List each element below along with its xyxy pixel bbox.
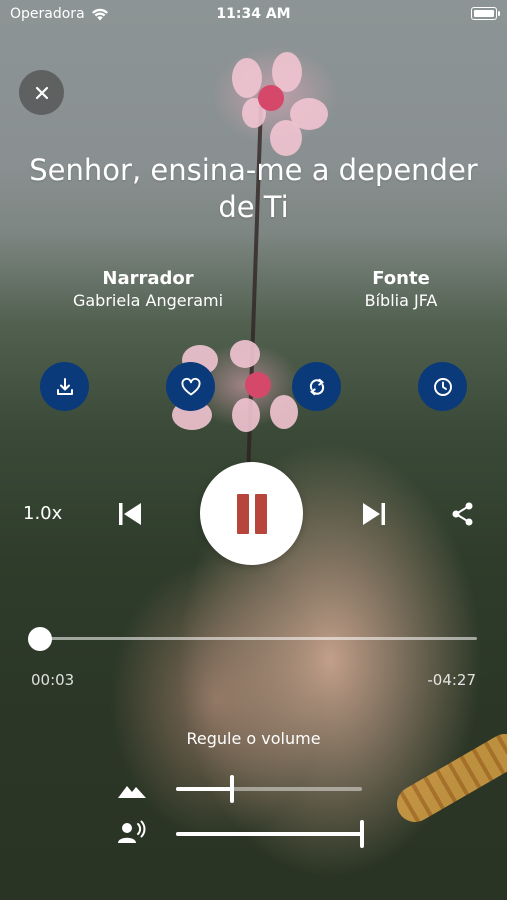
remaining-time: -04:27 <box>427 671 476 689</box>
elapsed-time: 00:03 <box>31 671 75 689</box>
narrator-label: Narrador <box>102 268 194 289</box>
narrator-name: Gabriela Angerami <box>72 291 224 310</box>
favorite-button[interactable] <box>166 362 215 411</box>
source-name: Bíblia JFA <box>364 291 438 310</box>
background-volume-thumb[interactable] <box>230 775 234 803</box>
status-bar: Operadora 11:34 AM <box>0 0 507 28</box>
clock-icon <box>433 377 452 396</box>
progress-track[interactable] <box>36 637 477 640</box>
pause-icon <box>234 493 270 534</box>
voice-volume-thumb[interactable] <box>360 820 364 848</box>
mountains-icon <box>118 786 146 798</box>
flower-center <box>245 372 271 398</box>
source-info: Fonte Bíblia JFA <box>291 268 507 312</box>
flower-petal <box>232 398 260 432</box>
pause-button[interactable] <box>200 462 303 565</box>
voice-volume-fill <box>176 832 362 836</box>
playback-speed-button[interactable]: 1.0x <box>23 503 62 524</box>
volume-label: Regule o volume <box>186 729 321 748</box>
sleep-timer-button[interactable] <box>418 362 467 411</box>
repeat-button[interactable] <box>292 362 341 411</box>
close-icon <box>35 86 48 99</box>
share-button[interactable] <box>449 500 477 528</box>
background-volume-fill <box>176 787 232 791</box>
skip-previous-icon <box>119 503 141 525</box>
source-label: Fonte <box>372 268 430 289</box>
flower-center <box>258 85 284 111</box>
status-time: 11:34 AM <box>216 6 291 22</box>
battery-icon <box>471 7 500 20</box>
voice-icon <box>118 820 146 843</box>
narrator-info: Narrador Gabriela Angerami <box>38 268 258 312</box>
flower-petal <box>230 340 260 368</box>
flower-petal <box>270 395 298 429</box>
close-button[interactable] <box>19 70 64 115</box>
share-icon <box>452 502 473 526</box>
flower-petal <box>270 120 302 156</box>
flower-petal <box>232 58 262 98</box>
download-icon <box>56 377 73 395</box>
next-button[interactable] <box>358 498 390 530</box>
progress-thumb[interactable] <box>28 627 52 651</box>
heart-icon <box>181 377 200 395</box>
skip-next-icon <box>363 503 385 525</box>
repeat-icon <box>309 378 324 395</box>
track-title: Senhor, ensina-me a depender de Ti <box>29 153 478 224</box>
download-button[interactable] <box>40 362 89 411</box>
previous-button[interactable] <box>114 498 146 530</box>
